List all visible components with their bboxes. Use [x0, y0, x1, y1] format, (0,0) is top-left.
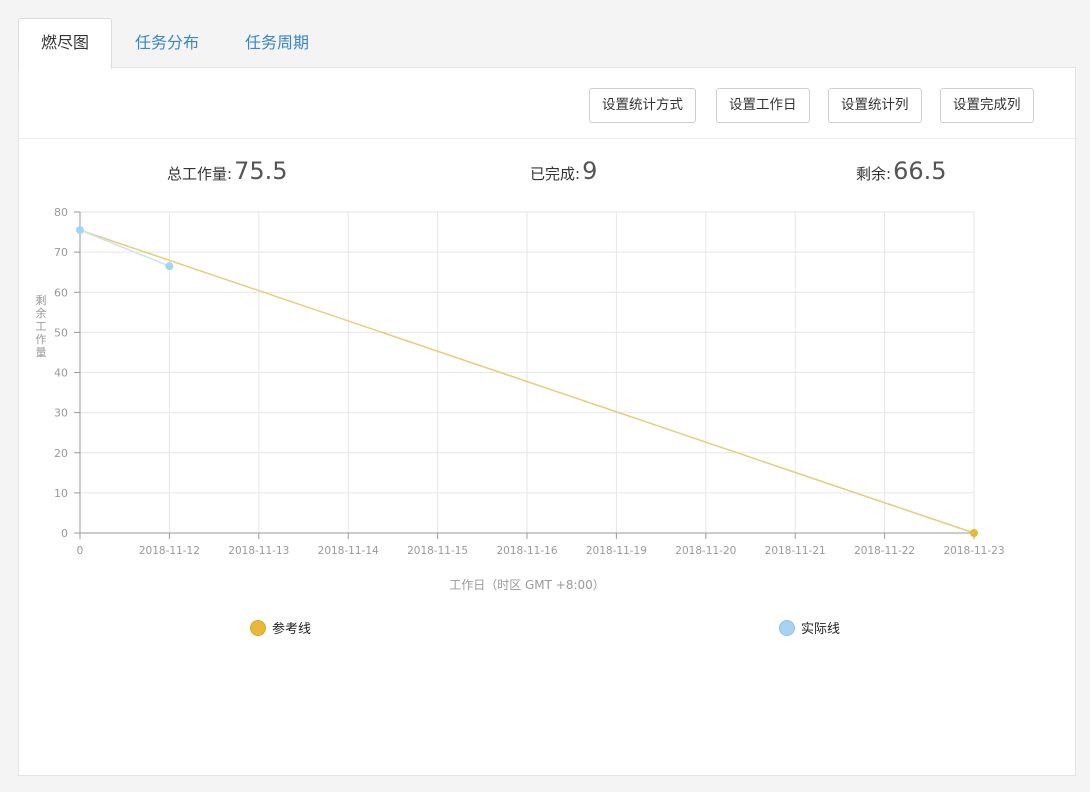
y-tick-label: 0: [61, 527, 68, 540]
legend-item-actual[interactable]: 实际线: [779, 618, 840, 637]
legend-item-reference[interactable]: 参考线: [250, 618, 311, 637]
x-tick-label: 2018-11-19: [586, 545, 647, 557]
x-tick-label: 2018-11-13: [228, 545, 289, 557]
y-tick-label: 10: [54, 487, 68, 500]
y-tick-label: 40: [54, 367, 68, 380]
x-tick-label: 2018-11-23: [943, 545, 1004, 557]
x-tick-label: 2018-11-22: [854, 545, 915, 557]
tab-task-distribution[interactable]: 任务分布: [112, 18, 222, 68]
y-tick-label: 60: [54, 286, 68, 299]
legend-reference-marker-icon: [250, 619, 266, 636]
legend-reference-label: 参考线: [272, 622, 312, 637]
x-tick-label: 2018-11-20: [675, 545, 736, 557]
y-axis-label: 剩余工作量: [36, 294, 47, 359]
y-tick-label: 30: [54, 407, 68, 420]
tab-task-cycle[interactable]: 任务周期: [222, 18, 332, 68]
x-tick-label: 2018-11-14: [318, 545, 379, 557]
legend-actual-label: 实际线: [801, 622, 841, 637]
x-tick-label: 2018-11-15: [407, 545, 468, 557]
burndown-chart: 0 10 20 30 40 50 60 70 80 0 2018-11-12 2018-11-13 20…: [36, 206, 1005, 592]
x-tick-label: 2018-11-12: [139, 545, 200, 557]
data-point-actual: [76, 226, 84, 235]
y-tick-label: 70: [54, 246, 68, 259]
data-point-reference: [970, 529, 978, 537]
tab-bar: 燃尽图 任务分布 任务周期: [18, 18, 1076, 69]
y-tick-label: 80: [54, 206, 68, 219]
x-tick-label: 2018-11-21: [765, 545, 826, 557]
x-tick-label: 2018-11-16: [496, 545, 557, 557]
legend-actual-marker-icon: [779, 619, 795, 636]
x-axis-label: 工作日（时区 GMT +8:00）: [449, 578, 605, 592]
y-tick-label: 20: [54, 447, 68, 460]
tab-burndown[interactable]: 燃尽图: [18, 18, 113, 69]
x-tick-label: 0: [77, 545, 84, 557]
series-line-actual: [79, 229, 170, 267]
chart-panel: 设置统计方式 设置工作日 设置统计列 设置完成列 总工作量:75.5 已完成:9…: [18, 67, 1076, 776]
y-tick-label: 50: [54, 326, 68, 339]
data-point-actual: [165, 262, 174, 271]
